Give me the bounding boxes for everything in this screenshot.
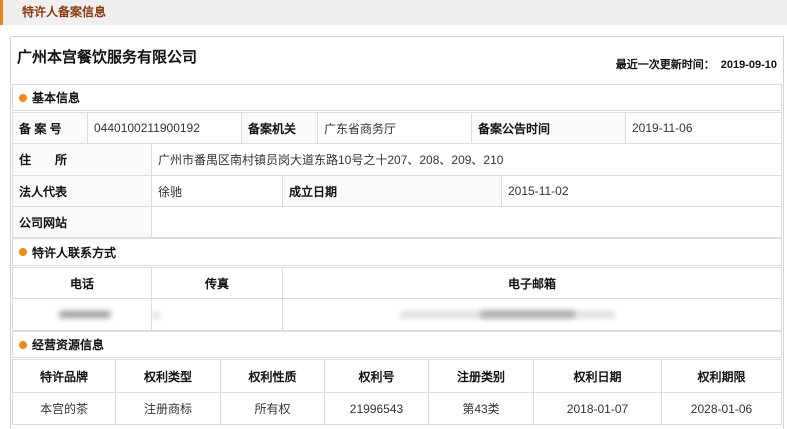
section-title-basic-info: 基本信息 [32, 91, 81, 105]
franchisor-record-panel: 广州本宫餐饮服务有限公司 最近一次更新时间： 2019-09-10 基本信息 备 … [10, 36, 784, 429]
resource-right-type: 注册商标 [116, 393, 221, 425]
address-label: 住 所 [13, 144, 152, 176]
contact-header-row: 电话 传真 电子邮箱 [13, 268, 782, 299]
legal-rep-label: 法人代表 [13, 176, 152, 207]
company-name: 广州本宫餐饮服务有限公司 [17, 49, 198, 66]
page-header-title: 特许人备案信息 [22, 5, 107, 19]
last-update-date: 2019-09-10 [720, 59, 777, 71]
section-basic-info: 基本信息 [12, 84, 782, 111]
website-label: 公司网站 [13, 207, 152, 238]
contact-header-fax: 传真 [152, 268, 283, 299]
section-title-contact: 特许人联系方式 [32, 245, 117, 260]
section-contact: 特许人联系方式 [12, 238, 782, 266]
resource-brand: 本宫的茶 [13, 393, 116, 425]
phone-cell [13, 299, 152, 331]
resource-right-date: 2018-01-07 [534, 393, 662, 425]
resources-header-right-date: 权利日期 [534, 360, 662, 393]
founded-date-label: 成立日期 [283, 176, 502, 207]
resources-header-class: 注册类别 [429, 360, 534, 393]
record-no-label: 备 案 号 [13, 113, 88, 144]
redacted-fax-value [152, 312, 160, 319]
basic-row-record: 备 案 号 0440100211900192 备案机关 广东省商务厅 备案公告时… [13, 113, 782, 144]
resources-header-row: 特许品牌 权利类型 权利性质 权利号 注册类别 权利日期 权利期限 [13, 360, 782, 393]
redacted-phone-value [59, 311, 111, 318]
resource-right-term: 2028-01-06 [662, 393, 782, 425]
resources-header-right-nature: 权利性质 [221, 360, 325, 393]
basic-row-address: 住 所 广州市番禺区南村镇员岗大道东路10号之十207、208、209、210 [13, 144, 782, 176]
basic-row-website: 公司网站 [13, 207, 782, 238]
last-update: 最近一次更新时间： 2019-09-10 [616, 58, 777, 72]
page-header-bar: 特许人备案信息 [0, 0, 787, 25]
last-update-label: 最近一次更新时间： [615, 59, 715, 71]
founded-date-value: 2015-11-02 [502, 176, 782, 207]
basic-info-table: 备 案 号 0440100211900192 备案机关 广东省商务厅 备案公告时… [12, 112, 782, 238]
authority-value: 广东省商务厅 [318, 113, 472, 144]
announce-date-value: 2019-11-06 [626, 113, 782, 144]
bullet-dot-icon [19, 248, 27, 256]
contact-table: 电话 传真 电子邮箱 [12, 267, 782, 331]
record-no-value: 0440100211900192 [88, 113, 242, 144]
announce-date-label: 备案公告时间 [472, 113, 626, 144]
resources-table: 特许品牌 权利类型 权利性质 权利号 注册类别 权利日期 权利期限 本宫的茶 注… [12, 359, 782, 425]
email-cell [283, 299, 782, 331]
resources-header-brand: 特许品牌 [13, 360, 116, 393]
website-value [152, 207, 782, 238]
resources-header-right-no: 权利号 [325, 360, 429, 393]
fax-cell [152, 299, 283, 331]
resources-header-right-type: 权利类型 [116, 360, 221, 393]
section-title-resources: 经营资源信息 [32, 338, 105, 352]
bullet-dot-icon [19, 93, 27, 102]
resource-right-no: 21996543 [325, 393, 429, 425]
resource-class: 第43类 [429, 393, 534, 425]
legal-rep-value: 徐驰 [152, 176, 283, 207]
contact-header-phone: 电话 [13, 268, 152, 299]
address-value: 广州市番禺区南村镇员岗大道东路10号之十207、208、209、210 [152, 144, 782, 176]
redacted-email-value-core [480, 311, 575, 318]
bullet-dot-icon [19, 340, 27, 349]
contact-data-row [13, 299, 782, 331]
resources-header-right-term: 权利期限 [662, 360, 782, 393]
basic-row-legal: 法人代表 徐驰 成立日期 2015-11-02 [13, 176, 782, 207]
contact-header-email: 电子邮箱 [283, 268, 782, 299]
section-resources: 经营资源信息 [12, 331, 782, 358]
table-row: 本宫的茶 注册商标 所有权 21996543 第43类 2018-01-07 2… [13, 393, 782, 425]
resource-right-nature: 所有权 [221, 393, 325, 425]
authority-label: 备案机关 [242, 113, 318, 144]
